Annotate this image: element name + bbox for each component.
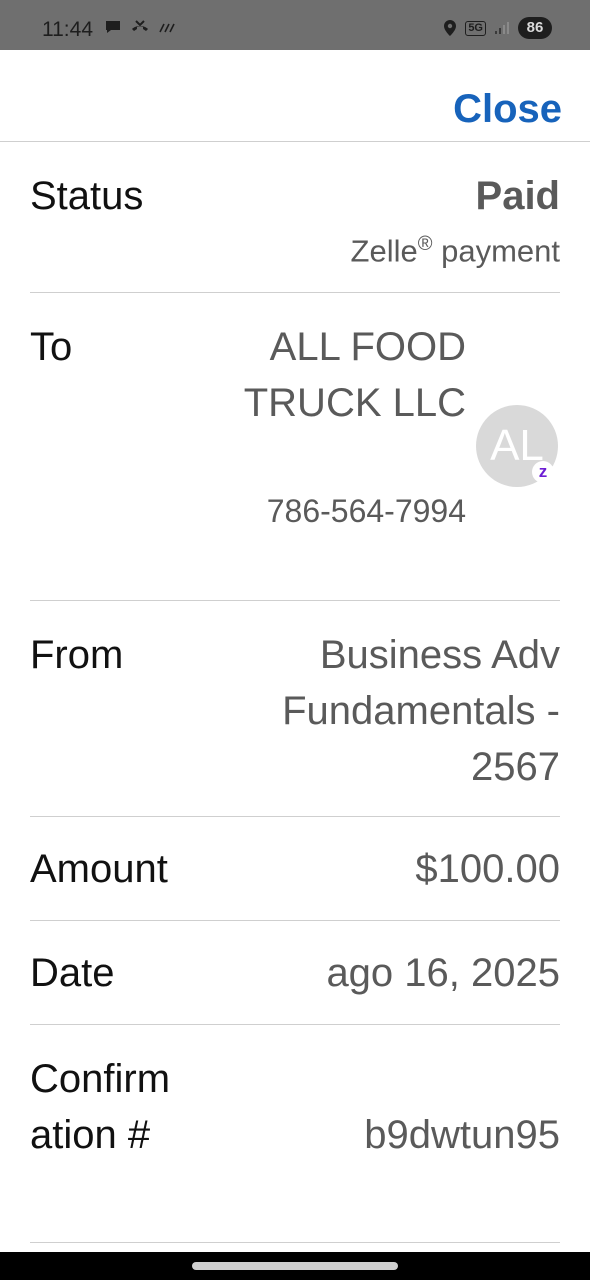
chat-bubble-icon (106, 21, 120, 33)
confirmation-value: b9dwtun95 (364, 1113, 560, 1157)
sender-label: From (30, 633, 124, 677)
status-row: Status Paid Zelle® payment (30, 142, 560, 293)
recipient-name: ALL FOOD TRUCK LLC (243, 325, 466, 425)
sender-row: From Business Adv Fundamentals - 2567 (30, 601, 560, 817)
cell-signal-icon (495, 22, 509, 34)
notification-icons (104, 19, 176, 35)
recipient-label: To (30, 325, 73, 369)
date-label: Date (30, 951, 115, 995)
close-button[interactable]: Close (453, 86, 562, 132)
confirmation-row: Confirmation # b9dwtun95 (30, 1025, 560, 1243)
network-type-badge: 5G (465, 20, 486, 36)
status-value: Paid (475, 174, 560, 218)
signal-strength-icon (159, 23, 175, 33)
recipient-row: To ALL FOOD TRUCK LLC 786-564-7994 AL z (30, 293, 560, 601)
sender-account: Business Adv Fundamentals - 2567 (282, 633, 560, 789)
detail-header: Close (0, 50, 590, 142)
payment-method-name: Zelle (350, 233, 418, 269)
status-label: Status (30, 174, 144, 218)
amount-label: Amount (30, 847, 168, 891)
payment-method: Zelle® payment (351, 224, 560, 271)
date-value: ago 16, 2025 (326, 951, 560, 995)
location-icon (444, 20, 457, 36)
system-icons: 5G 86 (443, 17, 552, 39)
confirmation-label: Confirmation # (30, 1057, 171, 1157)
date-row: Date ago 16, 2025 (30, 921, 560, 1025)
amount-value: $100.00 (415, 847, 560, 891)
registered-mark: ® (417, 233, 433, 255)
payment-method-suffix: payment (432, 233, 560, 269)
navigation-bar (0, 1252, 590, 1280)
zelle-badge-icon: z (532, 461, 554, 483)
home-gesture-handle[interactable] (192, 1262, 398, 1270)
status-bar: 11:44 5G 86 (0, 0, 590, 50)
battery-indicator: 86 (518, 17, 552, 39)
amount-row: Amount $100.00 (30, 817, 560, 921)
status-time: 11:44 (42, 18, 93, 41)
recipient-phone: 786-564-7994 (266, 493, 466, 529)
missed-call-icon (132, 20, 148, 31)
